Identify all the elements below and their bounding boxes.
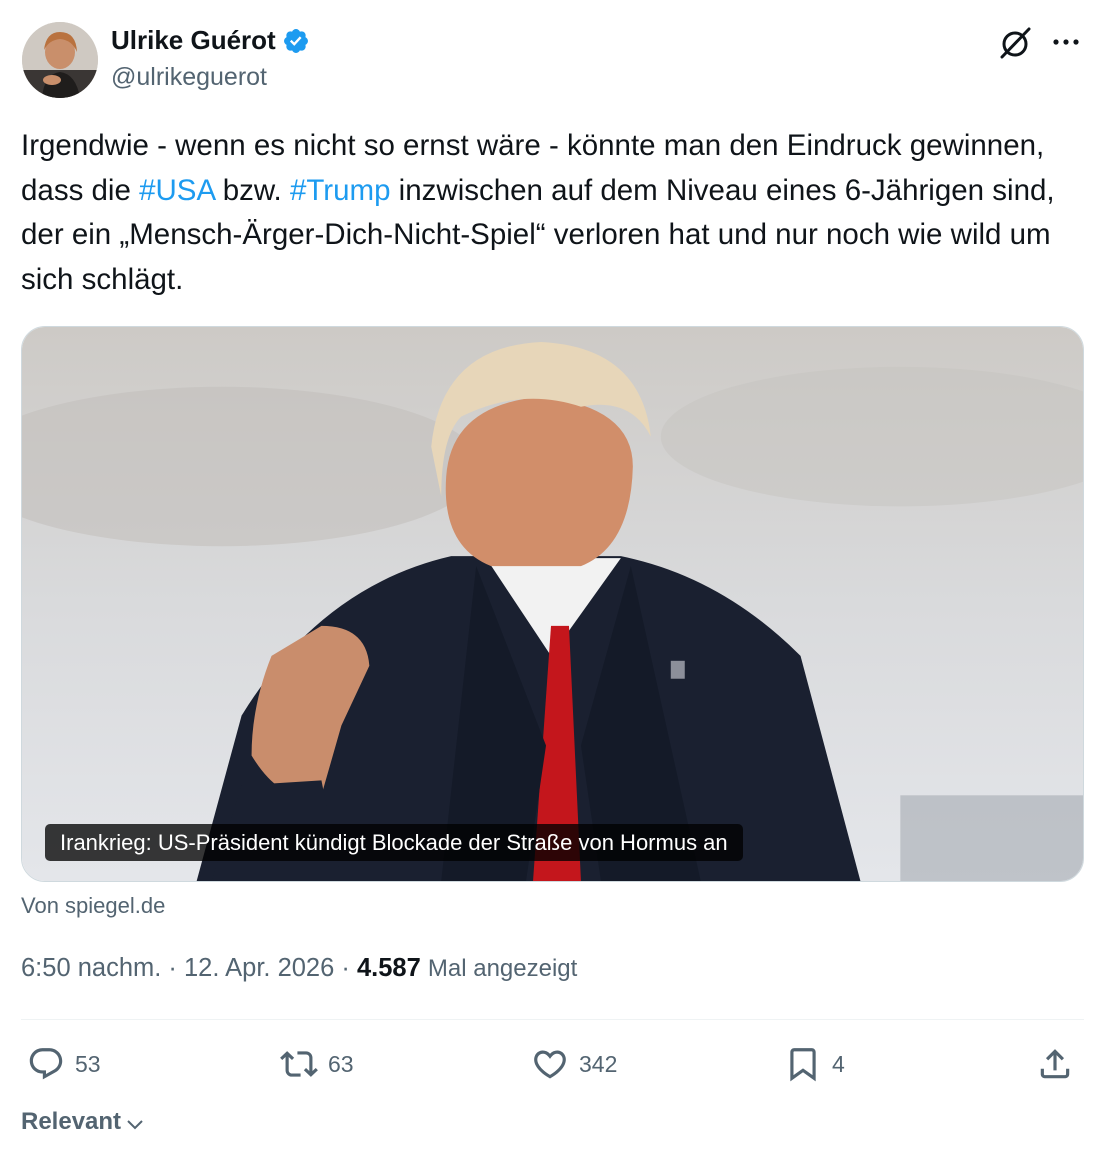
timestamp[interactable]: 6:50 nachm. · 12. Apr. 2026 · xyxy=(21,954,357,982)
views-count: 4.587 xyxy=(356,954,421,982)
tweet-text: Irgendwie - wenn es nicht so ernst wäre … xyxy=(21,124,1091,302)
reply-count: 53 xyxy=(75,1050,101,1077)
like-button[interactable]: 342 xyxy=(531,1044,617,1084)
grok-icon[interactable] xyxy=(996,24,1034,62)
hashtag-usa-link[interactable]: #USA xyxy=(139,174,214,207)
repost-button[interactable]: 63 xyxy=(280,1044,354,1084)
tweet-text-part: bzw. xyxy=(214,173,290,207)
repost-icon xyxy=(280,1051,318,1077)
bookmark-button[interactable]: 4 xyxy=(784,1044,845,1084)
divider xyxy=(21,1019,1084,1020)
card-caption: Irankrieg: US-Präsident kündigt Blockade… xyxy=(45,824,743,861)
avatar[interactable] xyxy=(22,22,98,98)
bookmark-count: 4 xyxy=(832,1050,845,1077)
chevron-down-icon xyxy=(127,1120,143,1130)
link-card[interactable]: Irankrieg: US-Präsident kündigt Blockade… xyxy=(21,326,1084,882)
author-name-row[interactable]: Ulrike Guérot xyxy=(111,25,310,56)
author-handle[interactable]: @ulrikeguerot xyxy=(111,63,267,92)
tweet-meta: 6:50 nachm. · 12. Apr. 2026 · 4.587 Mal … xyxy=(21,954,577,983)
like-count: 342 xyxy=(579,1050,618,1077)
bookmark-icon xyxy=(790,1048,816,1082)
author-name[interactable]: Ulrike Guérot xyxy=(111,25,276,56)
card-image xyxy=(22,327,1083,881)
repost-count: 63 xyxy=(328,1050,354,1077)
sort-label: Relevant xyxy=(21,1108,122,1135)
share-icon xyxy=(1040,1049,1070,1079)
reply-button[interactable]: 53 xyxy=(27,1044,101,1084)
heart-icon xyxy=(534,1050,566,1079)
verified-badge-icon xyxy=(283,28,308,53)
card-source[interactable]: Von spiegel.de xyxy=(21,893,165,919)
more-icon[interactable] xyxy=(1048,30,1084,54)
hashtag-trump-link[interactable]: #Trump xyxy=(290,174,391,207)
share-button[interactable] xyxy=(1036,1044,1074,1084)
reply-icon xyxy=(29,1048,63,1080)
sort-dropdown[interactable]: Relevant xyxy=(21,1108,145,1136)
views-label: Mal angezeigt xyxy=(427,955,578,982)
